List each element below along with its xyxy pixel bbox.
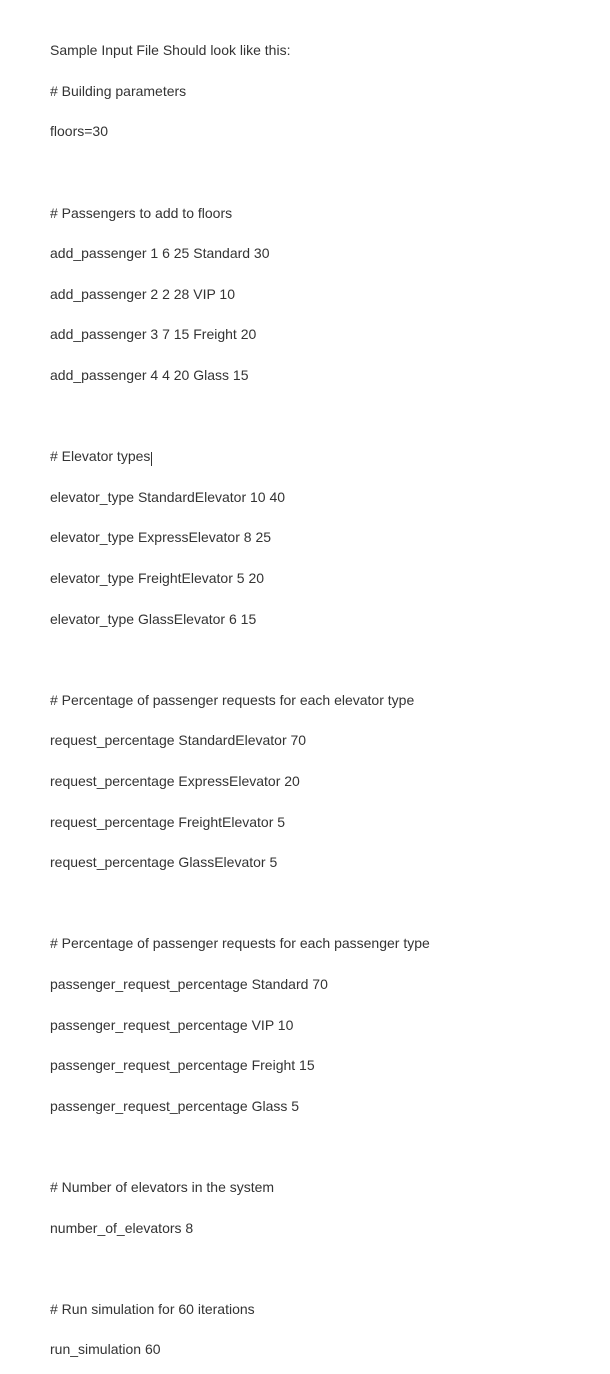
text-cursor — [151, 452, 152, 466]
request-pct-line: request_percentage StandardElevator 70 — [50, 730, 560, 750]
elevator-type-line: elevator_type ExpressElevator 8 25 — [50, 527, 560, 547]
request-pct-line: request_percentage FreightElevator 5 — [50, 812, 560, 832]
blank-line — [50, 1258, 560, 1278]
building-comment: # Building parameters — [50, 81, 560, 101]
elevator-types-comment-text: # Elevator types — [50, 448, 150, 464]
passenger-req-pct-line: passenger_request_percentage Freight 15 — [50, 1055, 560, 1075]
run-sim-line: run_simulation 60 — [50, 1339, 560, 1359]
document-content: Sample Input File Should look like this:… — [50, 20, 560, 1374]
passenger-line: add_passenger 4 4 20 Glass 15 — [50, 365, 560, 385]
passenger-line: add_passenger 1 6 25 Standard 30 — [50, 243, 560, 263]
elevator-type-line: elevator_type FreightElevator 5 20 — [50, 568, 560, 588]
elevator-type-line: elevator_type StandardElevator 10 40 — [50, 487, 560, 507]
request-pct-line: request_percentage GlassElevator 5 — [50, 852, 560, 872]
passenger-req-pct-line: passenger_request_percentage Standard 70 — [50, 974, 560, 994]
request-pct-line: request_percentage ExpressElevator 20 — [50, 771, 560, 791]
elevator-types-comment: # Elevator types — [50, 446, 560, 466]
blank-line — [50, 893, 560, 913]
blank-line — [50, 649, 560, 669]
passenger-line: add_passenger 2 2 28 VIP 10 — [50, 284, 560, 304]
passenger-req-pct-line: passenger_request_percentage Glass 5 — [50, 1096, 560, 1116]
run-sim-comment: # Run simulation for 60 iterations — [50, 1299, 560, 1319]
num-elevators-comment: # Number of elevators in the system — [50, 1177, 560, 1197]
blank-line — [50, 1136, 560, 1156]
passenger-req-pct-line: passenger_request_percentage VIP 10 — [50, 1015, 560, 1035]
request-pct-comment: # Percentage of passenger requests for e… — [50, 690, 560, 710]
passenger-req-pct-comment: # Percentage of passenger requests for e… — [50, 933, 560, 953]
passenger-line: add_passenger 3 7 15 Freight 20 — [50, 324, 560, 344]
blank-line — [50, 406, 560, 426]
passengers-comment: # Passengers to add to floors — [50, 203, 560, 223]
blank-line — [50, 162, 560, 182]
intro-line: Sample Input File Should look like this: — [50, 40, 560, 60]
elevator-type-line: elevator_type GlassElevator 6 15 — [50, 609, 560, 629]
num-elevators-line: number_of_elevators 8 — [50, 1218, 560, 1238]
building-floors: floors=30 — [50, 121, 560, 141]
